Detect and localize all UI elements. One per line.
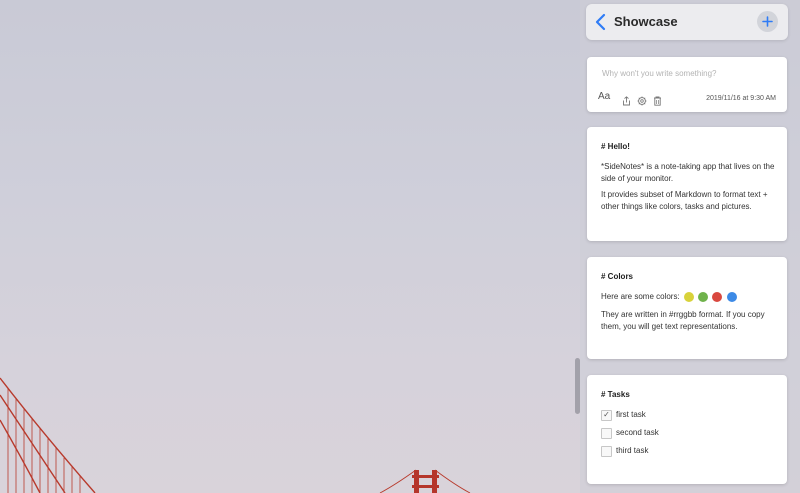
task-label: third task (616, 446, 649, 455)
colors-intro: Here are some colors: (601, 292, 680, 301)
note-input[interactable] (600, 68, 774, 79)
note-card-colors[interactable]: # Colors Here are some colors: They are … (587, 257, 787, 359)
color-swatch-blue[interactable] (726, 291, 737, 302)
back-button[interactable] (594, 13, 608, 31)
note-card-tasks[interactable]: # Tasks ✓ first task second task third t… (587, 375, 787, 484)
bridge-illustration (0, 377, 471, 493)
share-icon[interactable] (622, 93, 631, 111)
page-title: Showcase (614, 14, 678, 29)
task-item: third task (601, 445, 777, 457)
task-checkbox[interactable]: ✓ (601, 409, 612, 421)
task-checkbox[interactable] (601, 427, 612, 439)
note-card-hello[interactable]: # Hello! *SideNotes* is a note-taking ap… (587, 127, 787, 241)
chevron-left-icon (595, 13, 606, 31)
task-label: first task (616, 410, 646, 419)
trash-icon[interactable] (653, 93, 662, 111)
task-item: ✓ first task (601, 409, 777, 421)
note-title: # Colors (601, 272, 634, 281)
scrollbar[interactable] (575, 358, 580, 414)
new-note-composer: Aa 2019/11/16 at 9:30 AM (587, 57, 787, 112)
color-swatch-green[interactable] (698, 291, 709, 302)
task-checkbox[interactable] (601, 445, 612, 457)
note-title: # Tasks (601, 390, 630, 399)
header-bar: Showcase (586, 4, 788, 40)
note-paragraph: It provides subset of Markdown to format… (601, 190, 768, 211)
note-paragraph: *SideNotes* is a note-taking app that li… (601, 162, 775, 183)
note-title: # Hello! (601, 142, 630, 151)
settings-icon[interactable] (637, 93, 647, 111)
note-timestamp: 2019/11/16 at 9:30 AM (706, 95, 776, 102)
color-swatch-red[interactable] (712, 291, 723, 302)
plus-icon (762, 16, 773, 27)
desktop-wallpaper (0, 0, 585, 493)
note-paragraph: They are written in #rrggbb format. If y… (601, 310, 765, 331)
add-note-button[interactable] (757, 11, 778, 32)
task-item: second task (601, 427, 777, 439)
color-swatch-yellow[interactable] (683, 291, 694, 302)
font-icon[interactable]: Aa (598, 91, 610, 102)
task-label: second task (616, 428, 659, 437)
